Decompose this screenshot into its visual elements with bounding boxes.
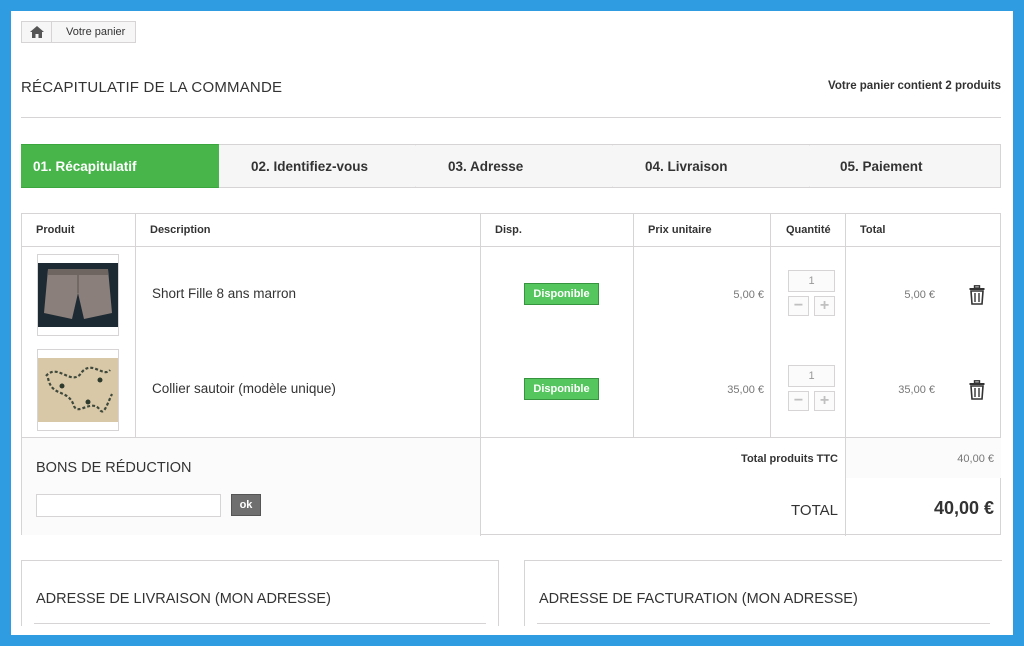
billing-address-title: ADRESSE DE FACTURATION (MON ADRESSE) xyxy=(539,591,858,607)
step-label: 01. Récapitulatif xyxy=(33,158,137,174)
header-product: Produit xyxy=(36,224,75,236)
checkout-steps: 01. Récapitulatif 02. Identifiez-vous 03… xyxy=(21,144,1001,188)
step-address[interactable]: 03. Adresse xyxy=(416,144,633,188)
step-identify[interactable]: 02. Identifiez-vous xyxy=(219,144,436,188)
breadcrumb-current: Votre panier xyxy=(66,26,126,38)
step-payment[interactable]: 05. Paiement xyxy=(810,144,1001,188)
products-total-label: Total produits TTC xyxy=(741,453,838,465)
quantity-increase-button[interactable]: + xyxy=(814,391,835,411)
trash-icon[interactable] xyxy=(969,380,985,400)
quantity-input[interactable]: 1 xyxy=(788,365,835,387)
trash-icon[interactable] xyxy=(969,285,985,305)
product-name[interactable]: Short Fille 8 ans marron xyxy=(152,286,296,301)
step-label: 02. Identifiez-vous xyxy=(251,158,369,174)
divider xyxy=(537,623,990,624)
line-total: 5,00 € xyxy=(904,289,935,301)
grand-total-value: 40,00 € xyxy=(933,498,994,518)
column-divider xyxy=(633,214,634,438)
product-name[interactable]: Collier sautoir (modèle unique) xyxy=(152,381,336,396)
discount-ok-button[interactable]: ok xyxy=(231,494,261,516)
page-title: RÉCAPITULATIF DE LA COMMANDE xyxy=(21,79,283,96)
header-unit-price: Prix unitaire xyxy=(648,224,712,236)
step-label: 04. Livraison xyxy=(645,158,728,174)
divider xyxy=(21,117,1001,118)
delivery-address-title: ADRESSE DE LIVRAISON (MON ADRESSE) xyxy=(36,591,331,607)
quantity-decrease-button[interactable]: − xyxy=(788,391,809,411)
status-badge: Disponible xyxy=(524,283,599,305)
column-divider xyxy=(480,214,481,536)
status-badge: Disponible xyxy=(524,378,599,400)
header-divider xyxy=(22,246,1000,247)
line-total: 35,00 € xyxy=(898,384,935,396)
breadcrumb: Votre panier xyxy=(21,21,137,43)
header-quantity: Quantité xyxy=(786,224,831,236)
divider xyxy=(34,623,486,624)
column-divider xyxy=(770,214,771,438)
header-availability: Disp. xyxy=(495,224,522,236)
checkout-page: Votre panier RÉCAPITULATIF DE LA COMMAND… xyxy=(19,19,1003,626)
header-description: Description xyxy=(150,224,211,236)
discount-code-input[interactable] xyxy=(36,494,221,517)
product-image-short[interactable] xyxy=(37,254,119,336)
step-label: 05. Paiement xyxy=(840,158,923,174)
billing-address-box: ADRESSE DE FACTURATION (MON ADRESSE) xyxy=(524,560,1002,626)
product-image-necklace[interactable] xyxy=(37,349,119,431)
header-total: Total xyxy=(860,224,886,236)
delivery-address-box: ADRESSE DE LIVRAISON (MON ADRESSE) xyxy=(21,560,499,626)
home-icon[interactable] xyxy=(22,22,52,42)
column-divider xyxy=(135,214,136,438)
discount-section: BONS DE RÉDUCTION ok xyxy=(22,438,480,535)
column-divider xyxy=(845,214,846,536)
cart-count: Votre panier contient 2 produits xyxy=(828,80,1001,92)
step-summary[interactable]: 01. Récapitulatif xyxy=(21,144,238,188)
step-shipping[interactable]: 04. Livraison xyxy=(613,144,830,188)
step-label: 03. Adresse xyxy=(448,158,524,174)
unit-price: 35,00 € xyxy=(727,384,764,396)
discount-title: BONS DE RÉDUCTION xyxy=(36,460,192,476)
cart-table: Produit Description Disp. Prix unitaire … xyxy=(21,213,1001,536)
quantity-decrease-button[interactable]: − xyxy=(788,296,809,316)
products-total-value: 40,00 € xyxy=(957,453,994,465)
quantity-increase-button[interactable]: + xyxy=(814,296,835,316)
grand-total-label: TOTAL xyxy=(791,502,838,519)
unit-price: 5,00 € xyxy=(733,289,764,301)
quantity-input[interactable]: 1 xyxy=(788,270,835,292)
